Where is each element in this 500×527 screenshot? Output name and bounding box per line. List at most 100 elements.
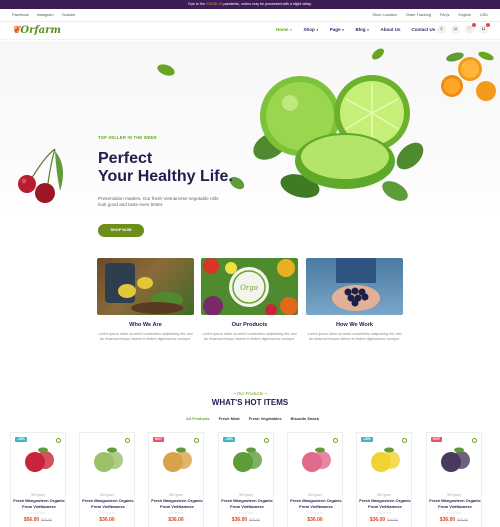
tab-all-products[interactable]: All Products [186, 416, 210, 421]
product-name[interactable]: Fresh Mangosteen Organic From VietNamese [290, 498, 342, 509]
svg-text:Orgo: Orgo [240, 284, 258, 292]
product-image[interactable] [439, 445, 471, 475]
tab-fresh-meat[interactable]: Fresh Meat [219, 416, 240, 421]
product-card[interactable]: HOT 500 gram Fresh Mangosteen Organic From… [148, 432, 204, 527]
main-header: ❦Orfarm Home▼ Shop▼ Page▼ Blog▼ About Us… [0, 22, 500, 40]
product-card[interactable]: -15% 500 gram Fresh Mangosteen Organic Fro… [356, 432, 412, 527]
cart-badge [486, 23, 490, 27]
product-image[interactable] [369, 445, 401, 475]
feature-card-products: Orgo Our Products Lorem ipsum dolor sit … [201, 258, 298, 342]
feature-card-who: Who We Are Lorem ipsum dolor sit amet co… [97, 258, 194, 342]
nav-label: About Us [380, 27, 401, 32]
product-name[interactable]: Fresh Mangosteen Organic From VietNamese [359, 498, 411, 509]
product-name[interactable]: Fresh Mangosteen Organic From VietNamese [151, 498, 203, 509]
product-image[interactable] [300, 445, 332, 475]
feature-text: Lorem ipsum dolor sit amet consectetur a… [98, 332, 193, 341]
nav-item-shop[interactable]: Shop▼ [304, 27, 319, 32]
hero-illustration [18, 48, 496, 203]
social-link-facebook[interactable]: Facebook [12, 13, 29, 17]
product-price-row: $56.00 $70.00 [11, 517, 65, 523]
cart-icon[interactable]: ⊔ [479, 23, 490, 34]
utility-bar: Facebook Instagram Youtube Store Locatio… [0, 9, 500, 22]
product-price-row: $36.00 [80, 517, 134, 523]
user-icon[interactable]: ☺ [451, 25, 460, 34]
product-price-row: $36.00 $70.00 [219, 517, 273, 523]
hero-title: Perfect Your Healthy Life. [98, 150, 233, 186]
product-price: $56.00 [23, 517, 40, 523]
product-price-row: $36.00 [149, 517, 203, 523]
nav-item-blog[interactable]: Blog▼ [355, 27, 369, 32]
product-name[interactable]: Fresh Mangosteen Organic From VietNamese [429, 498, 481, 509]
nav-item-contact[interactable]: Contact Us [411, 27, 435, 32]
product-card[interactable]: -15% 500 gram Fresh Mangosteen Organic Fro… [10, 432, 66, 527]
product-card[interactable]: -15% 500 gram Fresh Mangosteen Organic Fro… [218, 432, 274, 527]
wishlist-toggle-icon[interactable] [472, 438, 477, 443]
shop-now-button[interactable]: SHOP NOW [98, 224, 144, 237]
wishlist-toggle-icon[interactable] [56, 438, 61, 443]
hero-section: TOP SELLER IN THE WEEK Perfect Your Heal… [0, 41, 500, 237]
product-badge: -15% [361, 437, 373, 442]
product-tabs: All Products Fresh Meat Fresh Vegetables… [186, 416, 319, 421]
nav-item-home[interactable]: Home▼ [276, 27, 293, 32]
social-link-instagram[interactable]: Instagram [37, 13, 54, 17]
product-weight: 500 gram [239, 493, 253, 497]
hero-title-line-1: Perfect [98, 150, 153, 167]
rating-stars-icon: ★★★★★ [307, 511, 323, 515]
leaf-image [372, 48, 384, 60]
nav-item-about[interactable]: About Us [380, 27, 400, 32]
gardening-photo [97, 258, 194, 315]
product-name[interactable]: Fresh Mangosteen Organic From VietNamese [82, 498, 134, 509]
product-old-price: $70.00 [387, 518, 399, 522]
wishlist-toggle-icon[interactable] [194, 438, 199, 443]
wishlist-toggle-icon[interactable] [264, 438, 269, 443]
tab-fresh-vegetables[interactable]: Fresh Vegetables [249, 416, 282, 421]
logo-text: Orfarm [20, 25, 62, 36]
heart-icon[interactable]: ♡ [465, 23, 476, 34]
product-price: $36.00 [168, 517, 184, 523]
product-name[interactable]: Fresh Mangosteen Organic From VietNamese [13, 498, 65, 509]
store-location-link[interactable]: Store Location [372, 13, 397, 17]
section-subtitle: ~ Our Products ~ [232, 391, 268, 396]
product-weight: 500 gram [31, 493, 45, 497]
product-image[interactable] [23, 445, 55, 475]
currency-select[interactable]: USD [480, 13, 488, 17]
wishlist-toggle-icon[interactable] [125, 438, 130, 443]
feature-cards: Who We Are Lorem ipsum dolor sit amet co… [0, 258, 500, 358]
product-image[interactable] [231, 445, 263, 475]
wishlist-badge [472, 23, 476, 27]
site-logo[interactable]: ❦Orfarm [12, 25, 61, 36]
product-badge: HOT [431, 437, 442, 442]
feature-title: How We Work [335, 322, 374, 328]
product-weight: 500 gram [308, 493, 322, 497]
faqs-link[interactable]: FAQs [440, 13, 450, 17]
feature-title: Who We Are [129, 322, 162, 328]
announcement-suffix: pandemic, orders may be processed with a… [223, 2, 312, 6]
oranges-image [441, 51, 496, 101]
product-price: $36.00 [439, 517, 456, 523]
search-icon[interactable]: ⌕ [437, 25, 446, 34]
product-card[interactable]: 500 gram Fresh Mangosteen Organic From Vi… [79, 432, 135, 527]
nav-item-page[interactable]: Page▼ [330, 27, 345, 32]
product-card[interactable]: HOT 500 gram Fresh Mangosteen Organic From… [426, 432, 482, 527]
social-link-youtube[interactable]: Youtube [62, 13, 76, 17]
utility-links: Store Location Order Tracking FAQs Engli… [372, 13, 488, 17]
rating-stars-icon: ★★★★★ [376, 511, 392, 515]
tab-biscuits-snack[interactable]: Biscuits Snack [291, 416, 319, 421]
product-name[interactable]: Fresh Mangosteen Organic From VietNamese [221, 498, 273, 509]
wishlist-toggle-icon[interactable] [402, 438, 407, 443]
nav-label: Page [329, 27, 341, 32]
product-image[interactable] [92, 445, 124, 475]
product-card[interactable]: 500 gram Fresh Mangosteen Organic From Vi… [287, 432, 343, 527]
product-price: $36.00 [231, 517, 248, 523]
blueberries-photo [306, 258, 403, 315]
language-select[interactable]: English [459, 13, 471, 17]
product-image[interactable] [161, 445, 193, 475]
product-old-price: $70.00 [41, 518, 53, 522]
product-weight: 500 gram [100, 493, 114, 497]
main-nav: Home▼ Shop▼ Page▼ Blog▼ About Us Contact… [276, 27, 435, 32]
order-tracking-link[interactable]: Order Tracking [406, 13, 431, 17]
rating-stars-icon: ★★★★★ [238, 511, 254, 515]
wishlist-toggle-icon[interactable] [333, 438, 338, 443]
header-icons: ⌕ ☺ ♡ ⊔ [437, 23, 490, 34]
hero-description: Presentation matters. Our fresh Vietname… [98, 196, 219, 208]
